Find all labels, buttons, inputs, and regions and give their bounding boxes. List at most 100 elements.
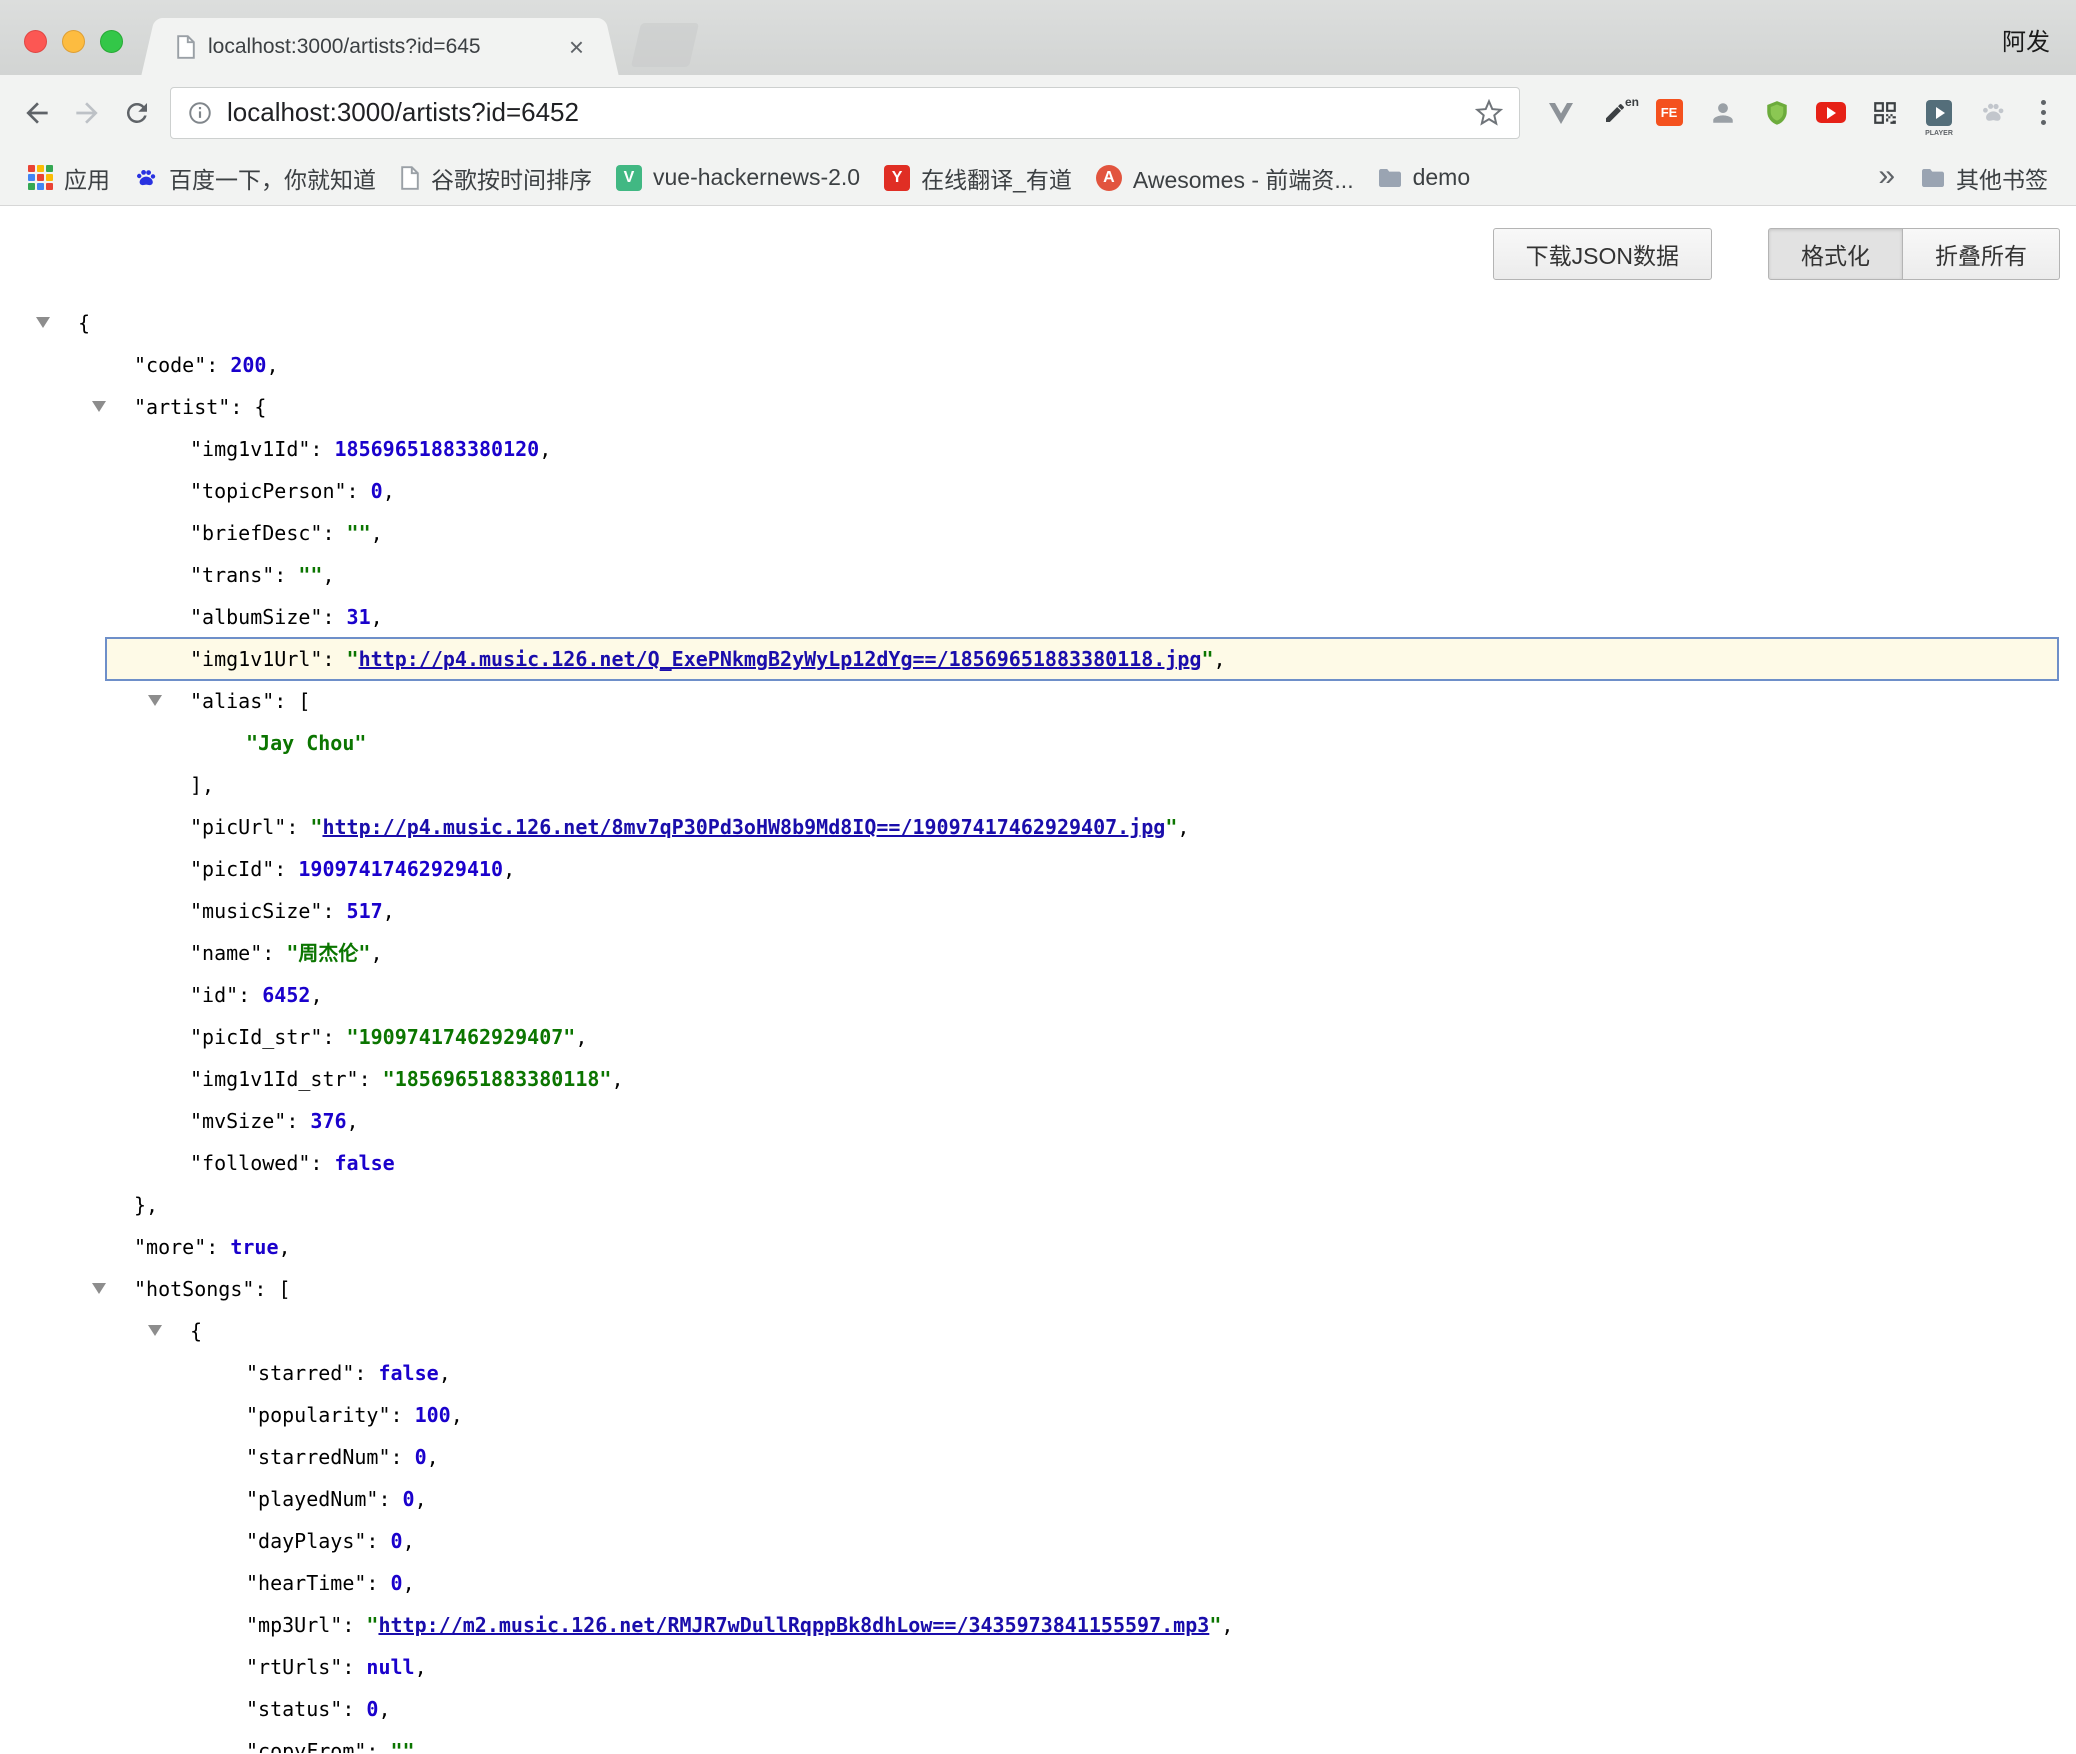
json-line: "mp3Url": "http://m2.music.126.net/RMJR7…	[0, 1604, 2076, 1646]
new-tab-button[interactable]	[631, 23, 699, 67]
json-token: "briefDesc"	[190, 521, 322, 545]
bookmark-label: 百度一下，你就知道	[169, 161, 376, 195]
extension-icons: en FE PLAYER	[1532, 94, 2022, 132]
json-token: :	[366, 1571, 390, 1595]
bookmarks-bar: 应用 百度一下，你就知道谷歌按时间排序Vvue-hackernews-2.0Y在…	[0, 150, 2076, 206]
collapse-toggle-icon[interactable]	[36, 317, 50, 328]
format-button[interactable]: 格式化	[1768, 228, 1903, 280]
tab-strip: localhost:3000/artists?id=645 × 阿发	[0, 0, 2076, 75]
bookmark-label: demo	[1413, 164, 1471, 191]
bookmark-star-icon[interactable]	[1475, 99, 1503, 127]
reload-button[interactable]	[112, 88, 162, 138]
json-token: :	[391, 1445, 415, 1469]
apps-shortcut[interactable]: 应用	[16, 156, 122, 200]
browser-tab[interactable]: localhost:3000/artists?id=645 ×	[160, 18, 600, 75]
json-token: "followed"	[190, 1151, 310, 1175]
json-token: "mvSize"	[190, 1109, 286, 1133]
bookmarks-overflow-chevron[interactable]: »	[1864, 159, 1909, 197]
collapse-toggle-icon[interactable]	[92, 401, 106, 412]
json-token: false	[335, 1151, 395, 1175]
json-token: :	[206, 1235, 230, 1259]
back-button[interactable]	[12, 88, 62, 138]
json-token: 31	[347, 605, 371, 629]
qr-extension-icon[interactable]	[1866, 94, 1904, 132]
json-token: "id"	[190, 983, 238, 1007]
json-token: "playedNum"	[246, 1487, 378, 1511]
collapse-toggle-icon[interactable]	[148, 1325, 162, 1336]
json-token: :	[322, 647, 346, 671]
bookmark-item[interactable]: 谷歌按时间排序	[388, 156, 604, 200]
other-bookmarks-folder[interactable]: 其他书签	[1909, 156, 2060, 200]
url-input[interactable]: localhost:3000/artists?id=6452	[227, 97, 579, 128]
browser-window: localhost:3000/artists?id=645 × 阿发 local…	[0, 0, 2076, 1754]
json-line[interactable]: "hotSongs": [	[0, 1268, 2076, 1310]
json-token: false	[378, 1361, 438, 1385]
collapse-all-button[interactable]: 折叠所有	[1903, 228, 2060, 280]
json-token: "starredNum"	[246, 1445, 391, 1469]
player-extension-icon[interactable]: PLAYER	[1920, 94, 1958, 132]
download-json-button[interactable]: 下载JSON数据	[1493, 228, 1712, 280]
json-token: ,	[403, 1529, 415, 1553]
bookmark-item[interactable]: 百度一下，你就知道	[122, 156, 388, 200]
json-line: "rtUrls": null,	[0, 1646, 2076, 1688]
browser-menu-icon[interactable]	[2022, 88, 2064, 138]
tab-close-icon[interactable]: ×	[569, 34, 584, 60]
minimize-window-button[interactable]	[62, 30, 85, 53]
json-token: 0	[371, 479, 383, 503]
json-line[interactable]: "alias": [	[0, 680, 2076, 722]
json-line: "albumSize": 31,	[0, 596, 2076, 638]
json-token: "starred"	[246, 1361, 354, 1385]
json-token: ,	[451, 1403, 463, 1427]
bookmark-item[interactable]: AAwesomes - 前端资...	[1084, 156, 1366, 200]
person-extension-icon[interactable]	[1704, 94, 1742, 132]
json-link[interactable]: http://m2.music.126.net/RMJR7wDullRqppBk…	[378, 1613, 1209, 1637]
json-line: "img1v1Id": 18569651883380120,	[0, 428, 2076, 470]
url-bar[interactable]: localhost:3000/artists?id=6452	[170, 87, 1520, 139]
json-token: {	[190, 1319, 202, 1343]
profile-name[interactable]: 阿发	[2002, 22, 2050, 57]
json-line[interactable]: "artist": {	[0, 386, 2076, 428]
json-link[interactable]: http://p4.music.126.net/Q_ExePNkmgB2yWyL…	[359, 647, 1202, 671]
v-extension-icon[interactable]	[1542, 94, 1580, 132]
other-bookmarks-label: 其他书签	[1956, 161, 2048, 195]
json-token: ,	[1177, 815, 1189, 839]
json-token: {	[78, 311, 90, 335]
fe-extension-icon[interactable]: FE	[1650, 94, 1688, 132]
json-token: :	[322, 605, 346, 629]
zoom-window-button[interactable]	[100, 30, 123, 53]
json-token: "status"	[246, 1697, 342, 1721]
json-token: ""	[391, 1739, 415, 1753]
bookmark-item[interactable]: Y在线翻译_有道	[872, 156, 1084, 200]
json-token: 0	[415, 1445, 427, 1469]
collapse-toggle-icon[interactable]	[148, 695, 162, 706]
json-token: ,	[266, 353, 278, 377]
json-line: "id": 6452,	[0, 974, 2076, 1016]
json-line: "starredNum": 0,	[0, 1436, 2076, 1478]
awesomes-favicon: A	[1096, 165, 1122, 191]
close-window-button[interactable]	[24, 30, 47, 53]
paw-extension-icon[interactable]	[1974, 94, 2012, 132]
json-token: "	[310, 815, 322, 839]
json-line[interactable]: {	[0, 302, 2076, 344]
json-token: "name"	[190, 941, 262, 965]
json-token: "	[1209, 1613, 1221, 1637]
bookmark-item[interactable]: demo	[1366, 159, 1483, 196]
page-info-icon[interactable]	[187, 100, 213, 126]
json-token: 200	[230, 353, 266, 377]
forward-button[interactable]	[62, 88, 112, 138]
collapse-toggle-icon[interactable]	[92, 1283, 106, 1294]
bookmark-item[interactable]: Vvue-hackernews-2.0	[604, 159, 872, 196]
translate-pen-icon[interactable]: en	[1596, 94, 1634, 132]
shield-extension-icon[interactable]	[1758, 94, 1796, 132]
json-link[interactable]: http://p4.music.126.net/8mv7qP30Pd3oHW8b…	[322, 815, 1165, 839]
json-line: "code": 200,	[0, 344, 2076, 386]
json-token: "img1v1Id_str"	[190, 1067, 359, 1091]
json-token: :	[366, 1739, 390, 1753]
page-content: 下载JSON数据 格式化 折叠所有 { "code": 200,"artist":…	[0, 206, 2076, 1753]
json-token: "	[1165, 815, 1177, 839]
json-line[interactable]: {	[0, 1310, 2076, 1352]
json-token: ,	[370, 941, 382, 965]
json-token: "topicPerson"	[190, 479, 347, 503]
youtube-extension-icon[interactable]	[1812, 94, 1850, 132]
json-line: "mvSize": 376,	[0, 1100, 2076, 1142]
